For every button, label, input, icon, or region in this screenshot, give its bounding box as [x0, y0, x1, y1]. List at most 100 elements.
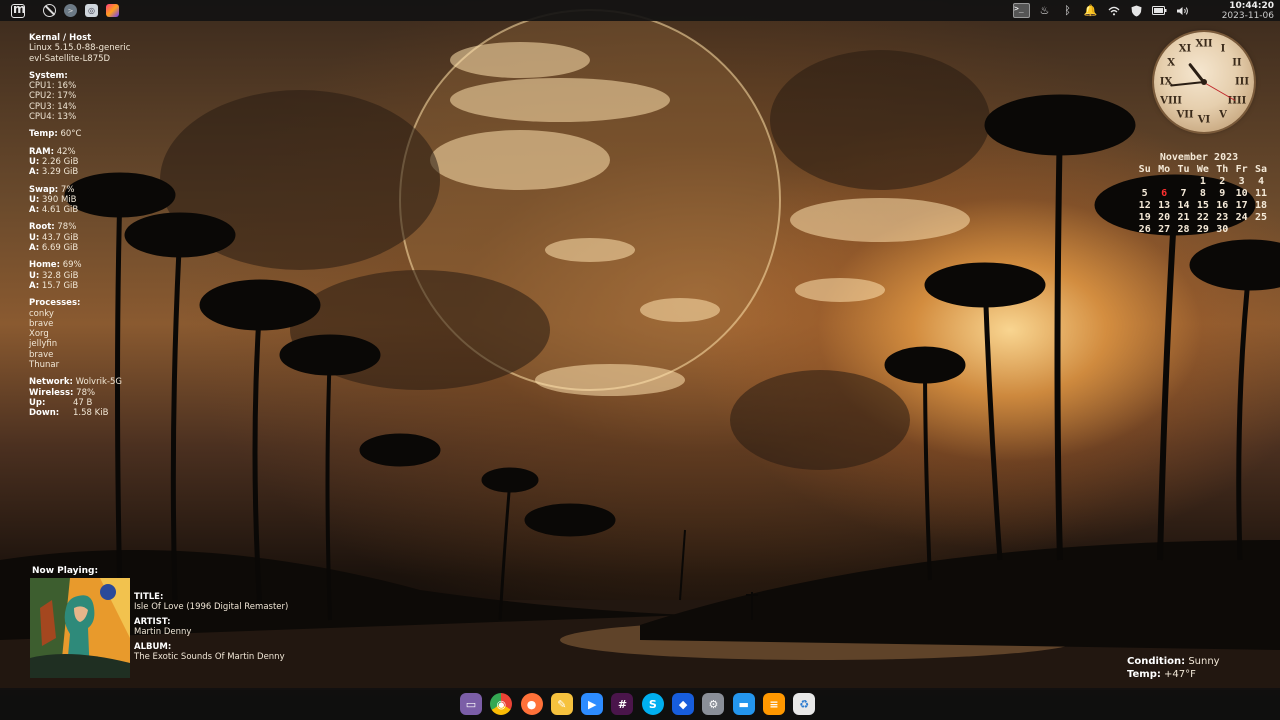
mint-menu-icon[interactable]	[11, 2, 26, 18]
download-value: 1.58 KiB	[73, 408, 109, 419]
home-row: Home: 69%	[29, 260, 130, 270]
panel-clock[interactable]: 10:44:20 2023-11-06	[1208, 1, 1280, 21]
calendar-day: 1	[1199, 175, 1206, 187]
weather-condition-row: Condition: Sunny	[1127, 655, 1220, 668]
calendar-day: 9	[1219, 187, 1226, 199]
calendar-day: 28	[1177, 223, 1190, 235]
terminal-app-icon[interactable]: >	[64, 4, 77, 17]
terminal-tray-icon[interactable]: >_	[1012, 2, 1031, 19]
swap-row: Swap: 7%	[29, 185, 130, 195]
upload-value: 47 B	[73, 397, 93, 408]
tasks-icon[interactable]: ≡	[762, 693, 785, 715]
calendar-day: 29	[1196, 223, 1209, 235]
calendar-weekday: Fr	[1235, 163, 1248, 175]
root-value: 78%	[57, 222, 77, 233]
root-used-row: U: 43.7 GiB	[29, 233, 130, 243]
analog-clock: XII I II III IIII V VI VII VIII IX X XI	[1154, 32, 1254, 132]
root-used: 43.7 GiB	[42, 232, 79, 243]
color-picker-icon[interactable]	[106, 4, 119, 17]
home-avail: 15.7 GiB	[41, 280, 79, 291]
ram-avail: 3.29 GiB	[41, 167, 79, 178]
calendar-day: 5	[1141, 187, 1148, 199]
clock-numeral: I	[1220, 43, 1226, 55]
wireless-row: Wireless: 78%	[29, 388, 130, 398]
block-icon[interactable]	[43, 4, 56, 17]
calendar-day	[1135, 175, 1154, 187]
dock-items: ▭ ◉ ● ✎ ▶ # S ◆ ⚙ ▬ ≡ ♻	[460, 692, 824, 716]
calendar-weekday: Su	[1138, 163, 1151, 175]
download-label: Down:	[29, 408, 60, 419]
wifi-icon[interactable]	[1104, 2, 1123, 19]
panel-clock-date: 2023-11-06	[1221, 10, 1274, 21]
files-icon[interactable]: ▭	[460, 693, 482, 715]
upload-row: Up: 47 B	[29, 398, 130, 408]
skype-icon[interactable]: S	[641, 693, 664, 715]
cpu2-usage: CPU2: 17%	[29, 91, 77, 102]
calendar-day	[1154, 175, 1173, 187]
volume-icon[interactable]	[1173, 2, 1192, 19]
settings-icon[interactable]: ⚙	[702, 693, 725, 715]
trash-icon[interactable]: ♻	[793, 693, 816, 715]
clock-minute-hand	[1170, 81, 1205, 87]
bitwarden-icon[interactable]: ◆	[672, 693, 695, 715]
calendar-week: 1 23 4	[1135, 175, 1271, 187]
swap-avail: 4.61 GiB	[41, 205, 79, 216]
calendar-day: 11	[1255, 187, 1268, 199]
calendar-day: 26	[1138, 223, 1151, 235]
now-playing-heading: Now Playing:	[32, 566, 99, 576]
wireless-label: Wireless:	[29, 387, 74, 398]
calendar-day: 27	[1158, 223, 1171, 235]
temp-row: Temp: 60°C	[29, 129, 130, 139]
calendar-day: 3	[1238, 175, 1245, 187]
process-item: jellyfin	[29, 339, 58, 350]
bluetooth-icon[interactable]: ᛒ	[1058, 2, 1077, 19]
track-title: Isle Of Love (1996 Digital Remaster)	[134, 602, 289, 612]
weather-temp-label: Temp:	[1127, 669, 1161, 680]
panel-clock-time: 10:44:20	[1229, 0, 1274, 11]
battery-icon[interactable]	[1150, 2, 1169, 19]
chrome-icon[interactable]: ◉	[490, 693, 513, 715]
processes-label: Processes:	[29, 298, 81, 309]
calendar-today: 6	[1161, 187, 1168, 199]
home-avail-row: A: 15.7 GiB	[29, 281, 130, 291]
root-label: Root:	[29, 222, 55, 233]
home-used-label: U:	[29, 270, 40, 281]
ram-used: 2.26 GiB	[42, 156, 79, 167]
screenshot-icon[interactable]: ◎	[85, 4, 98, 17]
home-value: 69%	[62, 260, 82, 271]
track-title-label: TITLE:	[134, 592, 164, 602]
clock-numeral: XI	[1178, 43, 1192, 55]
cpu4-usage: CPU4: 13%	[29, 112, 77, 123]
notes-icon[interactable]: ✎	[550, 693, 573, 715]
calendar-day	[1251, 223, 1270, 235]
clock-numeral: X	[1167, 57, 1175, 69]
calendar-weekday: Mo	[1158, 163, 1171, 175]
calendar-day: 2	[1219, 175, 1226, 187]
home-avail-label: A:	[29, 280, 40, 291]
slack-icon[interactable]: #	[611, 693, 634, 715]
cpu1-usage: CPU1: 16%	[29, 81, 77, 92]
calendar-day: 13	[1158, 199, 1171, 211]
track-album: The Exotic Sounds Of Martin Denny	[134, 652, 285, 662]
weather-widget: Condition: Sunny Temp: +47°F	[1127, 655, 1220, 681]
ram-value: 42%	[56, 146, 76, 157]
calendar-day: 8	[1199, 187, 1206, 199]
firefox-icon[interactable]: ●	[520, 693, 543, 715]
redshift-icon[interactable]: ♨	[1035, 2, 1054, 19]
calendar-day: 10	[1235, 187, 1248, 199]
album-art	[30, 578, 130, 678]
notifications-icon[interactable]: 🔔	[1081, 2, 1100, 19]
zoom-icon[interactable]: ▶	[581, 693, 604, 715]
process-item: brave	[29, 318, 54, 329]
swap-avail-label: A:	[29, 205, 40, 216]
network-value: Wolvrik-5G	[75, 377, 122, 388]
calendar-day	[1174, 175, 1193, 187]
shield-icon[interactable]	[1127, 2, 1146, 19]
clock-second-hand	[1203, 81, 1236, 101]
clock-numeral: III	[1234, 76, 1250, 88]
condition-label: Condition:	[1127, 656, 1186, 667]
root-avail: 6.69 GiB	[41, 243, 79, 254]
docker-icon[interactable]: ▬	[732, 693, 755, 715]
clock-numeral: XII	[1195, 38, 1213, 50]
calendar-day: 7	[1180, 187, 1187, 199]
